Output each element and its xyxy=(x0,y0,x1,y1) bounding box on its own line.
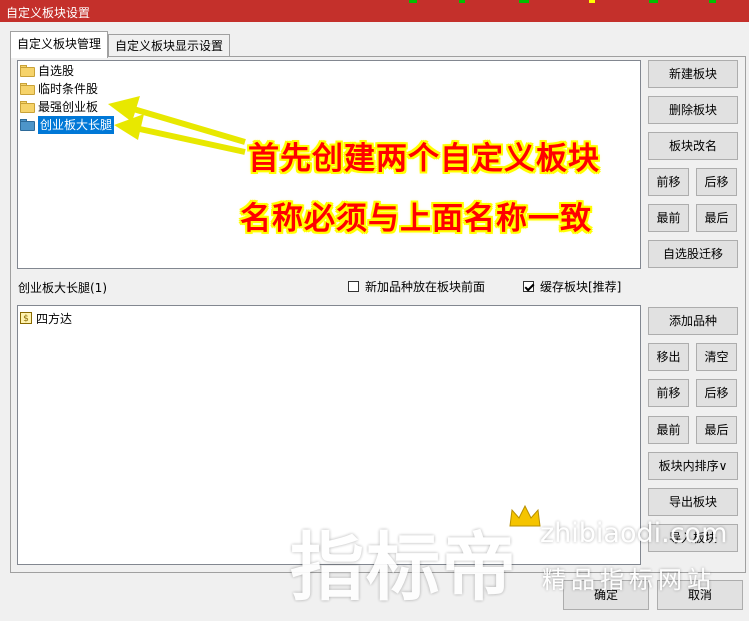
watermark-url: zhibiaodi.com xyxy=(540,518,728,549)
watermark-slogan: 精品指标网站 xyxy=(542,566,716,594)
tab-block-management[interactable]: 自定义板块管理 xyxy=(10,31,109,58)
watermark-brand: 指标帝 xyxy=(290,525,518,611)
crown-icon xyxy=(509,504,541,527)
annotation-line-2: 名称必须与上面名称一致 xyxy=(240,201,592,237)
annotation-line-1: 首先创建两个自定义板块 xyxy=(248,141,600,177)
